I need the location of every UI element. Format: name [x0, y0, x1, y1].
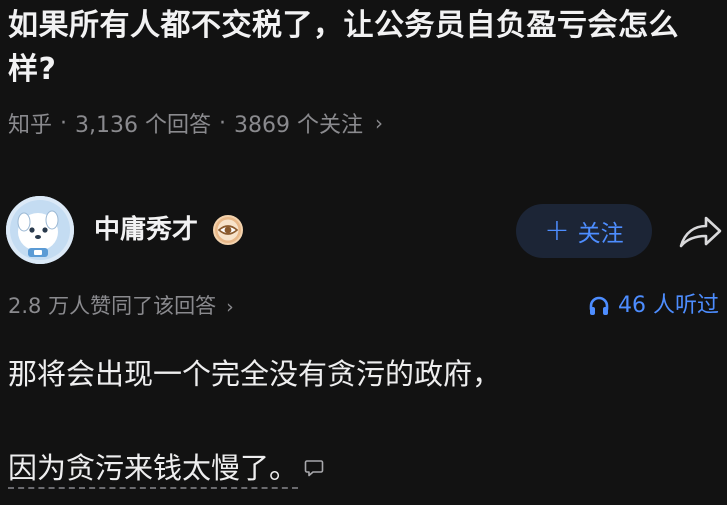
question-title[interactable]: 如果所有人都不交税了，让公务员自负盈亏会怎么样? — [8, 4, 720, 92]
chevron-right-icon: › — [226, 296, 234, 318]
stats-row: 2.8 万人赞同了该回答 › 46 人听过 — [0, 288, 727, 324]
upvote-summary[interactable]: 2.8 万人赞同了该回答 › — [8, 288, 234, 325]
answer-paragraph-2: 因为贪污来钱太慢了。 — [8, 446, 324, 490]
question-meta[interactable]: 知乎 · 3,136 个回答 · 3869 个关注 › — [8, 105, 383, 141]
meta-separator: · — [60, 110, 68, 136]
headphones-icon — [589, 296, 609, 315]
avatar[interactable] — [6, 196, 74, 264]
share-arrow-icon[interactable] — [677, 210, 723, 254]
listener-count: 46 人听过 — [618, 293, 719, 318]
plus-icon: + — [544, 213, 570, 248]
comment-bubble-icon[interactable] — [304, 458, 324, 478]
answer-text-underlined[interactable]: 因为贪污来钱太慢了。 — [8, 451, 299, 489]
follower-count: 3869 个关注 — [234, 113, 363, 138]
meta-separator: · — [219, 110, 226, 136]
eye-badge-icon — [213, 215, 243, 245]
follow-button[interactable]: + 关注 — [516, 204, 652, 258]
author-row: 中庸秀才 + 关注 — [0, 196, 727, 268]
chevron-right-icon: › — [374, 111, 383, 135]
source-label: 知乎 — [8, 113, 53, 138]
upvote-count: 2.8 万人赞同了该回答 — [8, 294, 217, 318]
author-name[interactable]: 中庸秀才 — [94, 212, 198, 248]
answer-count: 3,136 个回答 — [75, 113, 211, 138]
listen-button[interactable]: 46 人听过 — [588, 288, 719, 324]
avatar-image — [6, 196, 74, 264]
follow-label: 关注 — [577, 221, 624, 247]
answer-paragraph-1: 那将会出现一个完全没有贪污的政府， — [8, 357, 502, 391]
